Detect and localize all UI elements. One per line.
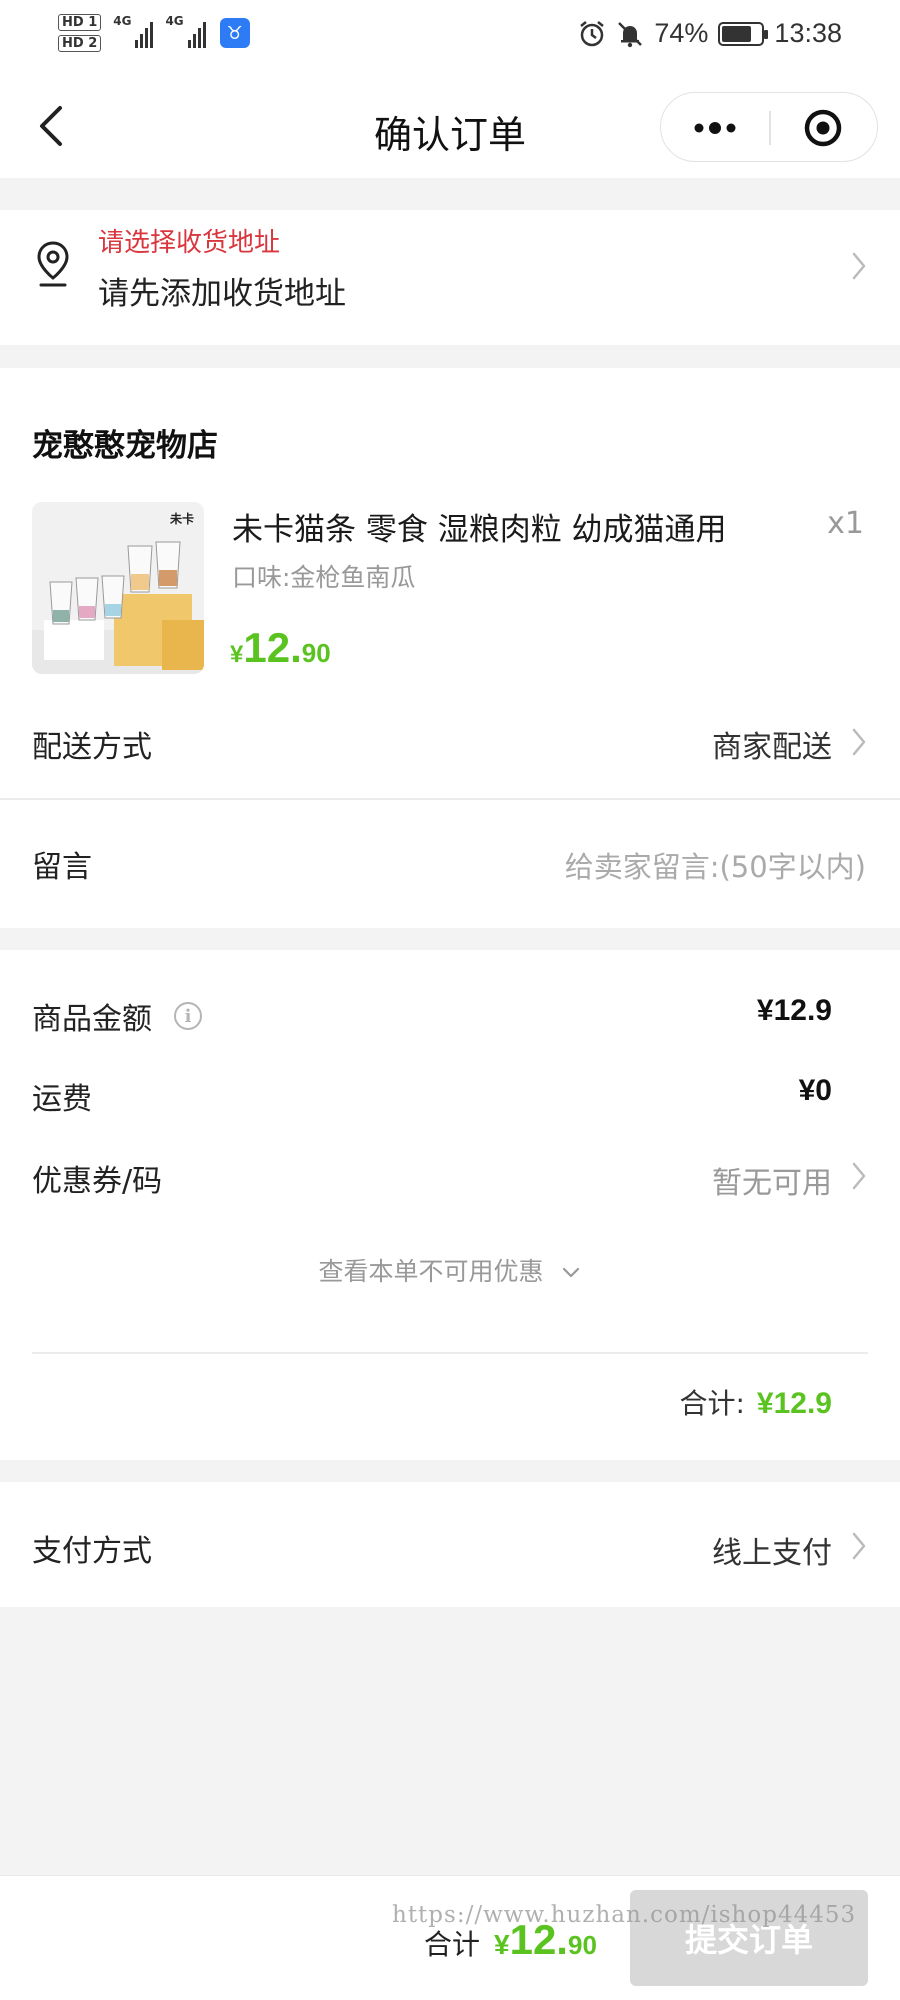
- address-selector[interactable]: 请选择收货地址 请先添加收货地址: [0, 210, 900, 345]
- status-right: 74% 13:38: [578, 18, 842, 49]
- payment-label: 支付方式: [32, 1534, 152, 1569]
- checkout-total-price: ¥12.90: [494, 1916, 597, 1964]
- thumbnail-brand: 未卡: [169, 512, 194, 526]
- message-row: 留言 给卖家留言:(50字以内): [0, 800, 900, 920]
- delivery-value: 商家配送: [712, 730, 832, 765]
- location-pin-icon: [37, 241, 69, 287]
- store-section: 宠憨憨宠物店 未卡 未卡猫条 零食 湿粮肉粒 幼成猫通用 x1 口味:金枪鱼南瓜…: [0, 368, 900, 928]
- target-circle-icon: [804, 109, 842, 147]
- address-main-text: 请先添加收货地址: [98, 276, 346, 312]
- network-label: 4G: [113, 14, 132, 28]
- shipping-label: 运费: [32, 1082, 92, 1117]
- product-spec: 口味:金枪鱼南瓜: [232, 563, 416, 592]
- product-price: ¥12.90: [230, 624, 331, 672]
- divider: [32, 1352, 868, 1354]
- coupon-value: 暂无可用: [712, 1166, 832, 1201]
- status-left: HD 1 HD 2 4G 4G ♉: [58, 14, 250, 52]
- amount-summary: 商品金额 i ¥12.9 运费 ¥0 优惠券/码 暂无可用 查看本单不可用优惠 …: [0, 950, 900, 1460]
- price-decimal: 90: [567, 1930, 597, 1960]
- unavailable-discounts-label: 查看本单不可用优惠: [318, 1257, 544, 1286]
- submit-order-button[interactable]: 提交订单: [630, 1890, 868, 1986]
- sim-indicators: HD 1 HD 2: [58, 14, 102, 52]
- mini-program-capsule: [660, 92, 878, 162]
- chevron-right-icon: [852, 252, 866, 280]
- more-button[interactable]: [661, 93, 769, 163]
- sim1-badge: HD 1: [58, 14, 102, 31]
- price-integer: 12.: [243, 624, 302, 671]
- delivery-label: 配送方式: [32, 730, 152, 765]
- product-image: [32, 502, 204, 674]
- shipping-value: ¥0: [798, 1074, 832, 1107]
- app-notification-icon: ♉: [219, 18, 250, 48]
- price-integer: 12.: [509, 1916, 568, 1963]
- network-label: 4G: [165, 14, 184, 28]
- store-name: 宠憨憨宠物店: [32, 428, 218, 464]
- more-dots-icon: [694, 122, 736, 134]
- chevron-down-icon: [563, 1267, 580, 1278]
- price-currency: ¥: [230, 641, 244, 668]
- mute-icon: [618, 21, 643, 47]
- message-label: 留言: [32, 850, 92, 885]
- alarm-icon: [580, 20, 605, 46]
- goods-amount-label: 商品金额: [32, 1002, 152, 1037]
- chevron-right-icon: [852, 1162, 866, 1190]
- checkout-total-label: 合计: [424, 1928, 481, 1961]
- sim2-badge: HD 2: [58, 35, 102, 52]
- price-decimal: 90: [301, 638, 331, 668]
- payment-method-row[interactable]: 支付方式 线上支付: [0, 1482, 900, 1607]
- battery-percent: 74%: [654, 18, 709, 48]
- checkout-total: 合计 ¥12.90: [424, 1916, 597, 1964]
- coupon-label: 优惠券/码: [32, 1164, 163, 1199]
- nav-bar: 确认订单: [0, 78, 900, 178]
- unavailable-discounts-link[interactable]: 查看本单不可用优惠: [0, 1252, 900, 1288]
- subtotal-value: ¥12.9: [756, 1387, 832, 1420]
- subtotal: 合计: ¥12.9: [679, 1382, 832, 1422]
- close-mini-program-button[interactable]: [769, 93, 877, 163]
- subtotal-label: 合计:: [679, 1387, 745, 1420]
- signal-icon: 4G: [165, 14, 206, 48]
- clock: 13:38: [774, 18, 842, 48]
- chevron-right-icon: [852, 728, 866, 756]
- product-thumbnail[interactable]: 未卡: [32, 502, 204, 674]
- status-bar: HD 1 HD 2 4G 4G ♉ 74% 13:38: [0, 0, 900, 78]
- info-icon[interactable]: i: [174, 1002, 202, 1030]
- payment-value: 线上支付: [712, 1536, 832, 1571]
- chevron-right-icon: [852, 1532, 866, 1560]
- message-input[interactable]: 给卖家留言:(50字以内): [565, 844, 866, 886]
- goods-amount-value: ¥12.9: [756, 994, 832, 1027]
- delivery-method-row[interactable]: 配送方式 商家配送: [0, 688, 900, 788]
- battery-icon: [718, 21, 769, 46]
- product-title: 未卡猫条 零食 湿粮肉粒 幼成猫通用: [232, 512, 727, 548]
- coupon-row[interactable]: 优惠券/码 暂无可用: [0, 1130, 900, 1220]
- price-currency: ¥: [494, 1929, 510, 1960]
- address-hint: 请选择收货地址: [98, 228, 281, 258]
- checkout-bar: 合计 ¥12.90 提交订单: [0, 1875, 900, 2000]
- product-quantity: x1: [827, 506, 864, 541]
- signal-icon: 4G: [113, 14, 154, 48]
